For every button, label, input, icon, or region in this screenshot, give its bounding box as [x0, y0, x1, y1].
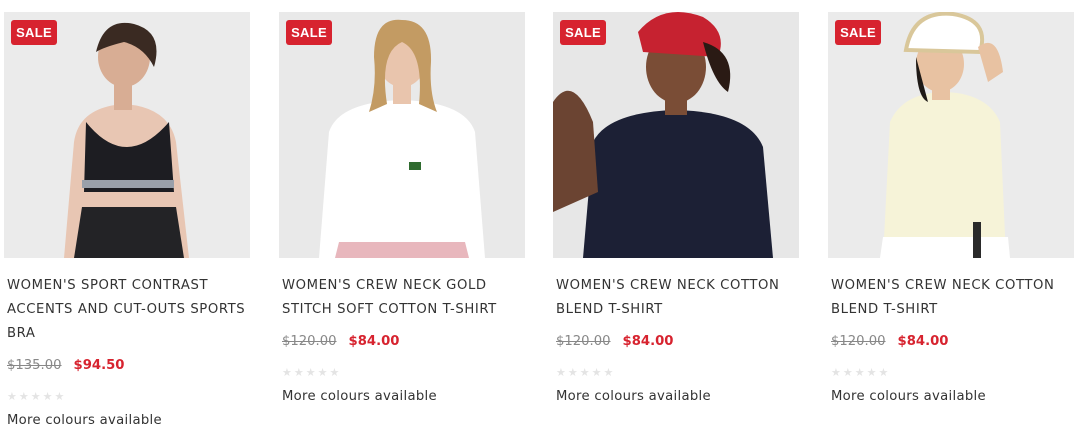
more-colours-label[interactable]: More colours available [831, 388, 986, 406]
sale-badge: SALE [11, 20, 57, 45]
price-row: $120.00 $84.00 [282, 332, 399, 352]
rating-stars: ★ ★ ★ ★ ★ [556, 367, 613, 379]
original-price: $120.00 [831, 334, 886, 349]
star-icon: ★ [567, 366, 578, 379]
product-title[interactable]: WOMEN'S CREW NECK COTTON BLEND T-SHIRT [556, 274, 796, 322]
sale-price: $84.00 [622, 334, 674, 349]
sale-badge: SALE [286, 20, 332, 45]
star-icon: ★ [556, 366, 566, 379]
star-icon: ★ [878, 366, 889, 379]
more-colours-label[interactable]: More colours available [282, 388, 437, 406]
original-price: $120.00 [282, 334, 337, 349]
star-icon: ★ [305, 366, 316, 379]
product-photo [828, 12, 1074, 258]
product-card[interactable]: SALE WOMEN'S CREW NECK GOLD STITCH SOFT … [279, 0, 525, 434]
star-icon: ★ [579, 366, 590, 379]
price-row: $120.00 $84.00 [831, 332, 948, 352]
star-icon: ★ [54, 390, 65, 403]
star-icon: ★ [317, 366, 328, 379]
price-row: $120.00 $84.00 [556, 332, 673, 352]
sale-badge: SALE [835, 20, 881, 45]
rating-stars: ★ ★ ★ ★ ★ [282, 367, 339, 379]
product-photo [279, 12, 525, 258]
product-image[interactable]: SALE [553, 12, 799, 258]
product-title[interactable]: WOMEN'S CREW NECK COTTON BLEND T-SHIRT [831, 274, 1071, 322]
star-icon: ★ [854, 366, 865, 379]
product-image[interactable]: SALE [279, 12, 525, 258]
product-image[interactable]: SALE [828, 12, 1074, 258]
star-icon: ★ [603, 366, 614, 379]
product-title[interactable]: WOMEN'S SPORT CONTRAST ACCENTS AND CUT-O… [7, 274, 247, 346]
sale-price: $84.00 [897, 334, 949, 349]
more-colours-label[interactable]: More colours available [7, 412, 162, 430]
star-icon: ★ [7, 390, 17, 403]
star-icon: ★ [293, 366, 304, 379]
product-title[interactable]: WOMEN'S CREW NECK GOLD STITCH SOFT COTTO… [282, 274, 522, 322]
star-icon: ★ [282, 366, 292, 379]
product-image[interactable]: SALE [4, 12, 250, 258]
product-card[interactable]: SALE WOMEN'S CREW NECK COTTON BLEND T-SH… [553, 0, 799, 434]
product-photo [553, 12, 799, 258]
original-price: $135.00 [7, 358, 62, 373]
star-icon: ★ [591, 366, 602, 379]
sale-price: $94.50 [73, 358, 125, 373]
star-icon: ★ [18, 390, 29, 403]
star-icon: ★ [866, 366, 877, 379]
rating-stars: ★ ★ ★ ★ ★ [7, 391, 64, 403]
original-price: $120.00 [556, 334, 611, 349]
product-grid: SALE WOMEN'S SPORT CONTRAST ACCENTS AND … [0, 0, 1080, 434]
star-icon: ★ [42, 390, 53, 403]
sale-badge: SALE [560, 20, 606, 45]
product-photo [4, 12, 250, 258]
product-card[interactable]: SALE WOMEN'S SPORT CONTRAST ACCENTS AND … [4, 0, 250, 434]
star-icon: ★ [831, 366, 841, 379]
star-icon: ★ [30, 390, 41, 403]
sale-price: $84.00 [348, 334, 400, 349]
price-row: $135.00 $94.50 [7, 356, 124, 376]
rating-stars: ★ ★ ★ ★ ★ [831, 367, 888, 379]
star-icon: ★ [329, 366, 340, 379]
star-icon: ★ [842, 366, 853, 379]
more-colours-label[interactable]: More colours available [556, 388, 711, 406]
product-card[interactable]: SALE WOMEN'S CREW NECK COTTON BLEND T-SH… [828, 0, 1074, 434]
